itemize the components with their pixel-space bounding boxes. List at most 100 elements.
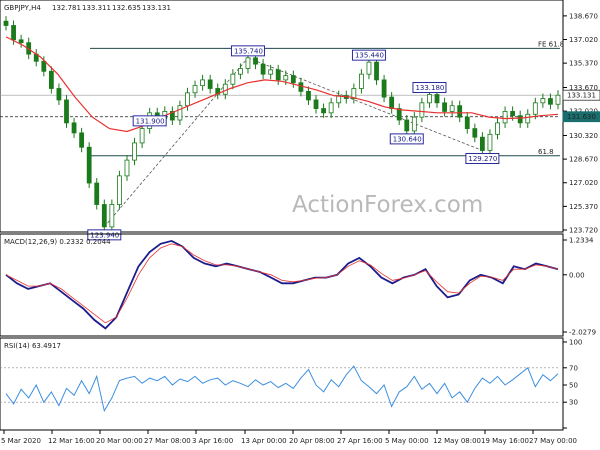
candle-body xyxy=(389,96,395,109)
candle-body xyxy=(464,116,470,130)
watermark: ActionForex.com xyxy=(292,192,483,218)
candle-body xyxy=(366,61,372,75)
x-tick-label: 20 Apr 08:00 xyxy=(289,437,335,445)
macd-title: MACD(12,26,9) 0.2332 0.2044 xyxy=(4,238,111,246)
ohlc-close: 133.131 xyxy=(142,4,171,12)
candle-body xyxy=(139,128,145,144)
candle-body xyxy=(109,204,115,228)
candle-body xyxy=(495,122,500,135)
candle-body xyxy=(177,105,183,121)
candle-body xyxy=(427,94,432,104)
chart-canvas: GBPJPY,H4 132.781 133.311 132.635 133.13… xyxy=(0,0,600,450)
candle-body xyxy=(328,102,334,114)
candle-body xyxy=(238,68,243,75)
price-y-tick-label: 128.670 xyxy=(569,156,598,164)
candle-body xyxy=(101,204,107,228)
annotation-label: 131.900 xyxy=(132,115,167,127)
candle-body xyxy=(404,119,410,132)
candle-body xyxy=(71,122,77,134)
candle-body xyxy=(298,82,304,92)
candle-body xyxy=(396,108,402,121)
candle-body xyxy=(283,75,289,81)
price-tag-text: 133.131 xyxy=(567,92,596,100)
candle-body xyxy=(442,102,447,112)
candle-body xyxy=(124,159,130,177)
candle-body xyxy=(132,142,137,161)
ohlc-low: 132.635 xyxy=(112,4,141,12)
annotation-text: 133.180 xyxy=(415,84,444,92)
chart-background xyxy=(0,0,600,450)
candle-body xyxy=(487,133,493,151)
candle-body xyxy=(207,79,213,89)
annotation-label: 129.270 xyxy=(465,153,500,165)
annotation-label: 135.440 xyxy=(351,49,386,61)
candle-body xyxy=(230,73,236,85)
candle-body xyxy=(411,116,417,132)
candle-body xyxy=(306,90,311,101)
x-tick-label: 20 Mar 00:00 xyxy=(96,437,143,445)
x-tick-label: 12 Mar 16:00 xyxy=(48,437,95,445)
candle-body xyxy=(222,83,228,95)
macd-y-tick-label: 1.2334 xyxy=(569,237,594,245)
annotation-label: 130.640 xyxy=(389,133,424,145)
candle-body xyxy=(253,57,258,65)
x-tick-label: 27 Apr 16:00 xyxy=(337,437,383,445)
rsi-y-tick-label: 70 xyxy=(569,364,578,372)
candle-body xyxy=(245,57,251,69)
price-y-tick-label: 123.720 xyxy=(569,227,598,235)
annotation-text: 135.440 xyxy=(355,52,384,60)
annotation-text: 131.900 xyxy=(136,117,165,125)
ohlc-high: 133.311 xyxy=(82,4,111,12)
candle-body xyxy=(540,98,546,104)
candle-body xyxy=(3,20,9,26)
candle-body xyxy=(313,99,319,109)
price-tag-text: 131.630 xyxy=(567,113,596,121)
candle-body xyxy=(290,75,296,84)
candle-body xyxy=(434,94,440,104)
candle-body xyxy=(502,111,508,124)
symbol-title: GBPJPY,H4 xyxy=(4,4,41,12)
x-tick-label: 5 May 00:00 xyxy=(385,437,429,445)
macd-y-tick-label: 0.00 xyxy=(569,271,585,279)
annotation-label: 135.740 xyxy=(230,45,265,57)
rsi-y-tick-label: 50 xyxy=(569,382,578,390)
x-tick-label: 27 Mar 08:00 xyxy=(144,437,191,445)
candle-body xyxy=(419,102,425,118)
candle-body xyxy=(517,115,523,124)
candle-body xyxy=(275,69,281,81)
rsi-title: RSI(14) 63.4917 xyxy=(4,342,61,350)
candle-body xyxy=(548,98,553,105)
candle-body xyxy=(117,175,122,205)
rsi-y-tick-label: 100 xyxy=(569,339,582,347)
price-y-tick-label: 127.020 xyxy=(569,179,598,187)
price-y-tick-label: 130.320 xyxy=(569,132,598,140)
x-tick-label: 5 Mar 2020 xyxy=(1,437,41,445)
candle-body xyxy=(79,132,85,148)
candle-body xyxy=(11,25,16,41)
candle-body xyxy=(449,105,455,112)
x-tick-label: 12 May 08:00 xyxy=(433,437,481,445)
price-y-tick-label: 135.370 xyxy=(569,60,598,68)
candle-body xyxy=(64,99,69,124)
ohlc-open: 132.781 xyxy=(52,4,81,12)
candle-body xyxy=(510,111,516,117)
fib-level-label: 61.8 xyxy=(538,148,554,156)
rsi-y-tick-label: 30 xyxy=(569,399,578,407)
x-tick-label: 27 May 00:00 xyxy=(529,437,577,445)
candle-body xyxy=(185,92,190,107)
candle-body xyxy=(525,113,531,124)
x-tick-label: 3 Apr 16:00 xyxy=(192,437,233,445)
candle-body xyxy=(18,39,24,44)
candle-body xyxy=(192,85,198,94)
annotation-label: 133.180 xyxy=(412,82,447,94)
candle-body xyxy=(532,102,538,115)
price-y-tick-label: 125.370 xyxy=(569,203,598,211)
annotation-text: 130.640 xyxy=(393,135,422,143)
annotation-text: 129.270 xyxy=(468,155,497,163)
candle-body xyxy=(268,69,274,75)
candle-body xyxy=(41,60,47,72)
candle-body xyxy=(94,182,100,205)
candle-body xyxy=(260,63,266,75)
annotation-text: 135.740 xyxy=(234,47,263,55)
candle-body xyxy=(48,70,54,89)
